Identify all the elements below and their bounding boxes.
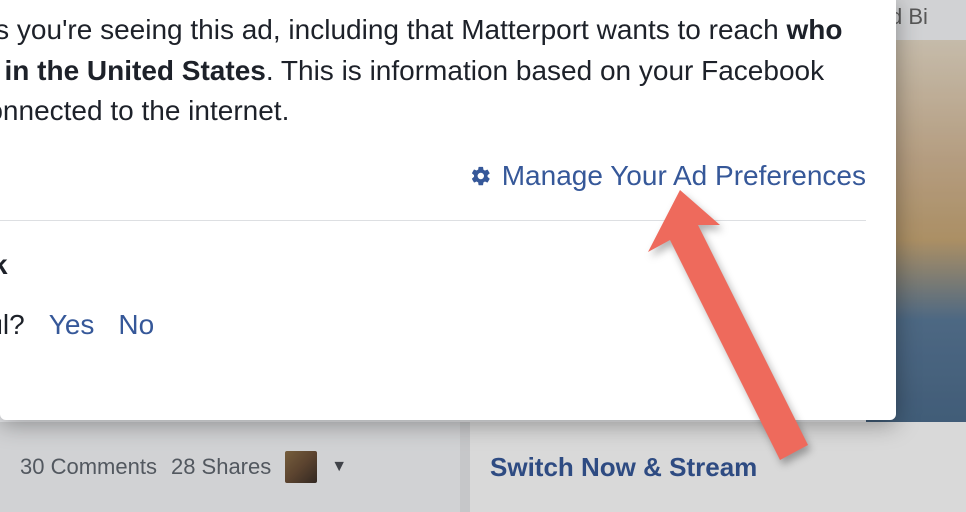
ad-reason-text: sons you're seeing this ad, including th…	[0, 10, 866, 132]
ad-info-popup: sons you're seeing this ad, including th…	[0, 0, 896, 420]
comments-count[interactable]: 30 Comments	[20, 454, 157, 480]
no-button[interactable]: No	[118, 309, 154, 341]
useful-label: seful?	[0, 309, 25, 341]
bg-text-fragment: d Bi	[886, 0, 966, 40]
gear-icon	[470, 165, 492, 187]
chevron-down-icon[interactable]: ▼	[331, 458, 347, 476]
bg-bottom-bar: 30 Comments 28 Shares ▼ Switch Now & Str…	[0, 422, 966, 512]
yes-button[interactable]: Yes	[49, 309, 95, 341]
feedback-heading: hink	[0, 249, 866, 281]
promo-title: Switch Now & Stream	[460, 422, 966, 512]
manage-ad-preferences-link[interactable]: Manage Your Ad Preferences	[502, 160, 866, 192]
avatar[interactable]	[285, 451, 317, 483]
divider	[0, 220, 866, 221]
shares-count[interactable]: 28 Shares	[171, 454, 271, 480]
